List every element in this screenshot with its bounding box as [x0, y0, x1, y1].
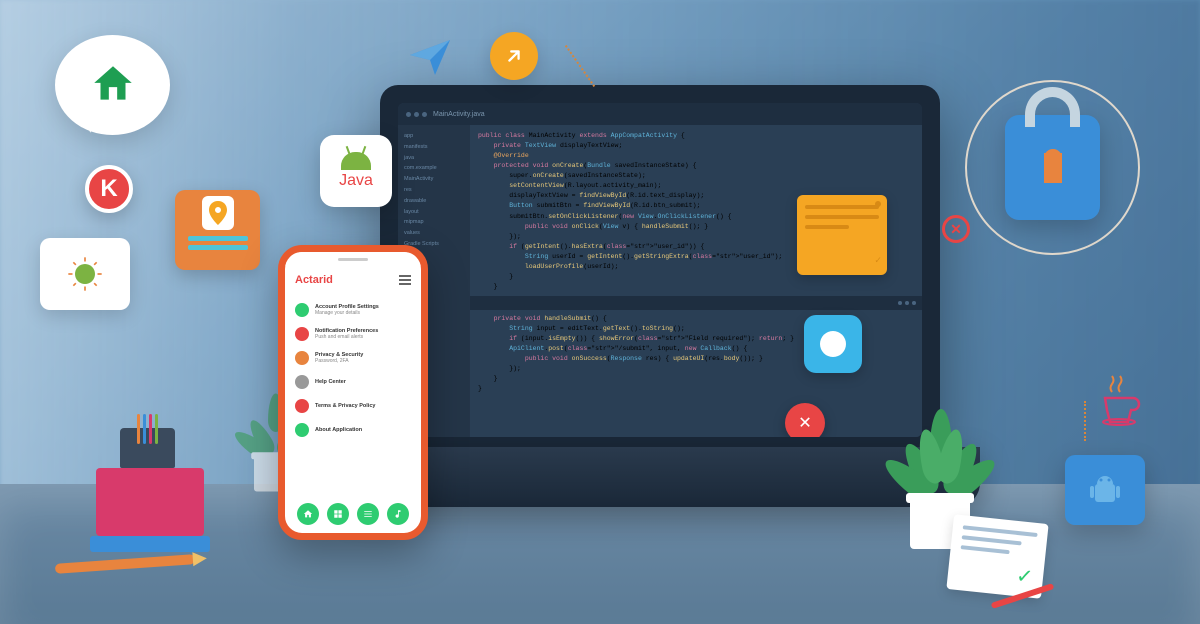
small-x-icon: ✕ — [942, 215, 970, 243]
location-pin-card-icon — [175, 190, 260, 270]
laptop: MainActivity.java appmanifestsjavacom.ex… — [380, 85, 940, 525]
java-android-badge-icon: Java — [320, 135, 392, 207]
ide-tree-item: drawable — [402, 196, 466, 207]
ide-tree-item: MainActivity — [402, 174, 466, 185]
list-item-label: Help Center — [315, 379, 411, 386]
sticky-note: ✓ — [797, 195, 887, 275]
pen-holder — [120, 428, 175, 468]
laptop-keyboard-base — [340, 447, 980, 507]
hamburger-menu-icon — [399, 275, 411, 285]
app-tile-icon — [804, 315, 862, 373]
checklist-paper: ✓ — [946, 514, 1048, 599]
nav-music-icon — [387, 503, 409, 525]
nav-grid-icon — [327, 503, 349, 525]
code-line: setContentView(R.layout.activity_main); — [478, 181, 914, 191]
ide-tree-item: com.example — [402, 163, 466, 174]
code-line: private TextView displayTextView; — [478, 141, 914, 151]
ide-title-bar: MainActivity.java — [398, 103, 922, 125]
list-item-icon — [295, 399, 309, 413]
paper-plane-icon — [405, 30, 460, 85]
phone-list-item: About Application — [293, 418, 413, 442]
ide-tree-item: manifests — [402, 142, 466, 153]
code-line: protected void onCreate(Bundle savedInst… — [478, 161, 914, 171]
laptop-bezel: MainActivity.java appmanifestsjavacom.ex… — [380, 85, 940, 455]
phone-list-item: Help Center — [293, 370, 413, 394]
code-line: } — [478, 384, 914, 394]
phone-list-item: Terms & Privacy Policy — [293, 394, 413, 418]
code-line: public class MainActivity extends AppCom… — [478, 131, 914, 141]
code-line: } — [478, 282, 914, 292]
error-close-icon: ✕ — [785, 403, 825, 437]
chat-home-icon — [55, 35, 170, 135]
list-item-icon — [295, 423, 309, 437]
ide-file-title: MainActivity.java — [433, 111, 485, 118]
list-item-label: About Application — [315, 427, 411, 434]
nav-home-icon — [297, 503, 319, 525]
ide-tree-item: mipmap — [402, 217, 466, 228]
code-line: @Override — [478, 151, 914, 161]
list-item-label: Notification PreferencesPush and email a… — [315, 328, 411, 341]
list-item-label: Privacy & SecurityPassword, 2FA — [315, 352, 411, 365]
ide-code-editor: public class MainActivity extends AppCom… — [470, 125, 922, 437]
lightbulb-idea-icon — [40, 238, 130, 310]
phone-notch — [285, 252, 421, 266]
phone-list-item: Privacy & SecurityPassword, 2FA — [293, 346, 413, 370]
phone-app-title: Actarid — [295, 274, 333, 286]
dotted-connector-line — [1084, 401, 1086, 441]
list-item-icon — [295, 303, 309, 317]
phone-list-item: Account Profile SettingsManage your deta… — [293, 298, 413, 322]
phone-list-item: Notification PreferencesPush and email a… — [293, 322, 413, 346]
list-item-icon — [295, 375, 309, 389]
phone-settings-list: Account Profile SettingsManage your deta… — [285, 294, 421, 446]
k-letter-badge-icon: K — [85, 165, 133, 213]
ide-tree-item: values — [402, 228, 466, 239]
nav-list-icon — [357, 503, 379, 525]
arrow-up-right-icon — [490, 32, 538, 80]
android-bot-card-icon — [1065, 455, 1145, 525]
security-lock-icon — [965, 80, 1140, 255]
ide-tree-item: res — [402, 185, 466, 196]
ide-window: MainActivity.java appmanifestsjavacom.ex… — [398, 103, 922, 437]
code-line: super.onCreate(savedInstanceState); — [478, 171, 914, 181]
ide-tree-item: layout — [402, 207, 466, 218]
ide-tree-item: app — [402, 131, 466, 142]
ide-panel-divider — [470, 296, 922, 310]
list-item-icon — [295, 327, 309, 341]
ide-tree-item: java — [402, 153, 466, 164]
phone-app-header: Actarid — [285, 266, 421, 294]
smartphone-mockup: Actarid Account Profile SettingsManage y… — [278, 245, 428, 540]
code-line: } — [478, 374, 914, 384]
list-item-label: Account Profile SettingsManage your deta… — [315, 304, 411, 317]
phone-bottom-nav — [285, 503, 421, 525]
book-stack — [90, 457, 210, 552]
java-coffee-cup-icon — [1090, 370, 1150, 430]
list-item-label: Terms & Privacy Policy — [315, 403, 411, 410]
list-item-icon — [295, 351, 309, 365]
